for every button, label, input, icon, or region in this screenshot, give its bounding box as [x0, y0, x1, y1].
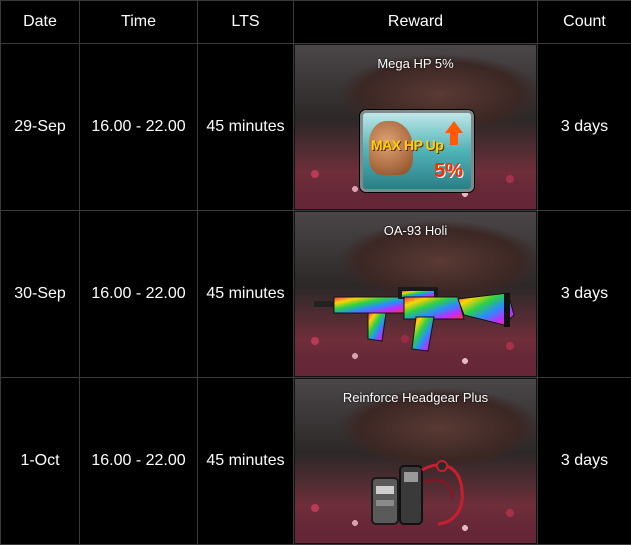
- rifle-icon: [308, 271, 522, 361]
- cell-lts: 45 minutes: [198, 44, 294, 211]
- reward-name: Reinforce Headgear Plus: [294, 390, 537, 405]
- cell-date: 30-Sep: [1, 211, 80, 378]
- headgear-icon: [364, 438, 474, 534]
- badge-percent: 5%: [434, 160, 463, 183]
- header-row: Date Time LTS Reward Count: [1, 1, 631, 44]
- table-row: 29-Sep 16.00 - 22.00 45 minutes Mega HP …: [1, 44, 631, 211]
- cell-count: 3 days: [538, 378, 631, 545]
- table-row: 1-Oct 16.00 - 22.00 45 minutes Reinforce…: [1, 378, 631, 545]
- header-reward: Reward: [294, 1, 538, 44]
- cell-date: 1-Oct: [1, 378, 80, 545]
- cell-date: 29-Sep: [1, 44, 80, 211]
- cell-lts: 45 minutes: [198, 378, 294, 545]
- cell-time: 16.00 - 22.00: [80, 44, 198, 211]
- badge-text: MAX HP Up: [371, 137, 443, 153]
- cell-reward: OA-93 Holi: [294, 211, 538, 378]
- header-count: Count: [538, 1, 631, 44]
- cell-time: 16.00 - 22.00: [80, 378, 198, 545]
- cell-count: 3 days: [538, 211, 631, 378]
- header-date: Date: [1, 1, 80, 44]
- cell-reward: Reinforce Headgear Plus: [294, 378, 538, 545]
- header-time: Time: [80, 1, 198, 44]
- cell-count: 3 days: [538, 44, 631, 211]
- reward-name: OA-93 Holi: [294, 223, 537, 238]
- reward-schedule-table: Date Time LTS Reward Count 29-Sep 16.00 …: [0, 0, 631, 545]
- cell-reward: Mega HP 5% MAX HP Up 5%: [294, 44, 538, 211]
- header-lts: LTS: [198, 1, 294, 44]
- reward-name: Mega HP 5%: [294, 56, 537, 71]
- max-hp-up-icon: MAX HP Up 5%: [360, 110, 474, 192]
- cell-time: 16.00 - 22.00: [80, 211, 198, 378]
- table-row: 30-Sep 16.00 - 22.00 45 minutes OA-93 Ho…: [1, 211, 631, 378]
- cell-lts: 45 minutes: [198, 211, 294, 378]
